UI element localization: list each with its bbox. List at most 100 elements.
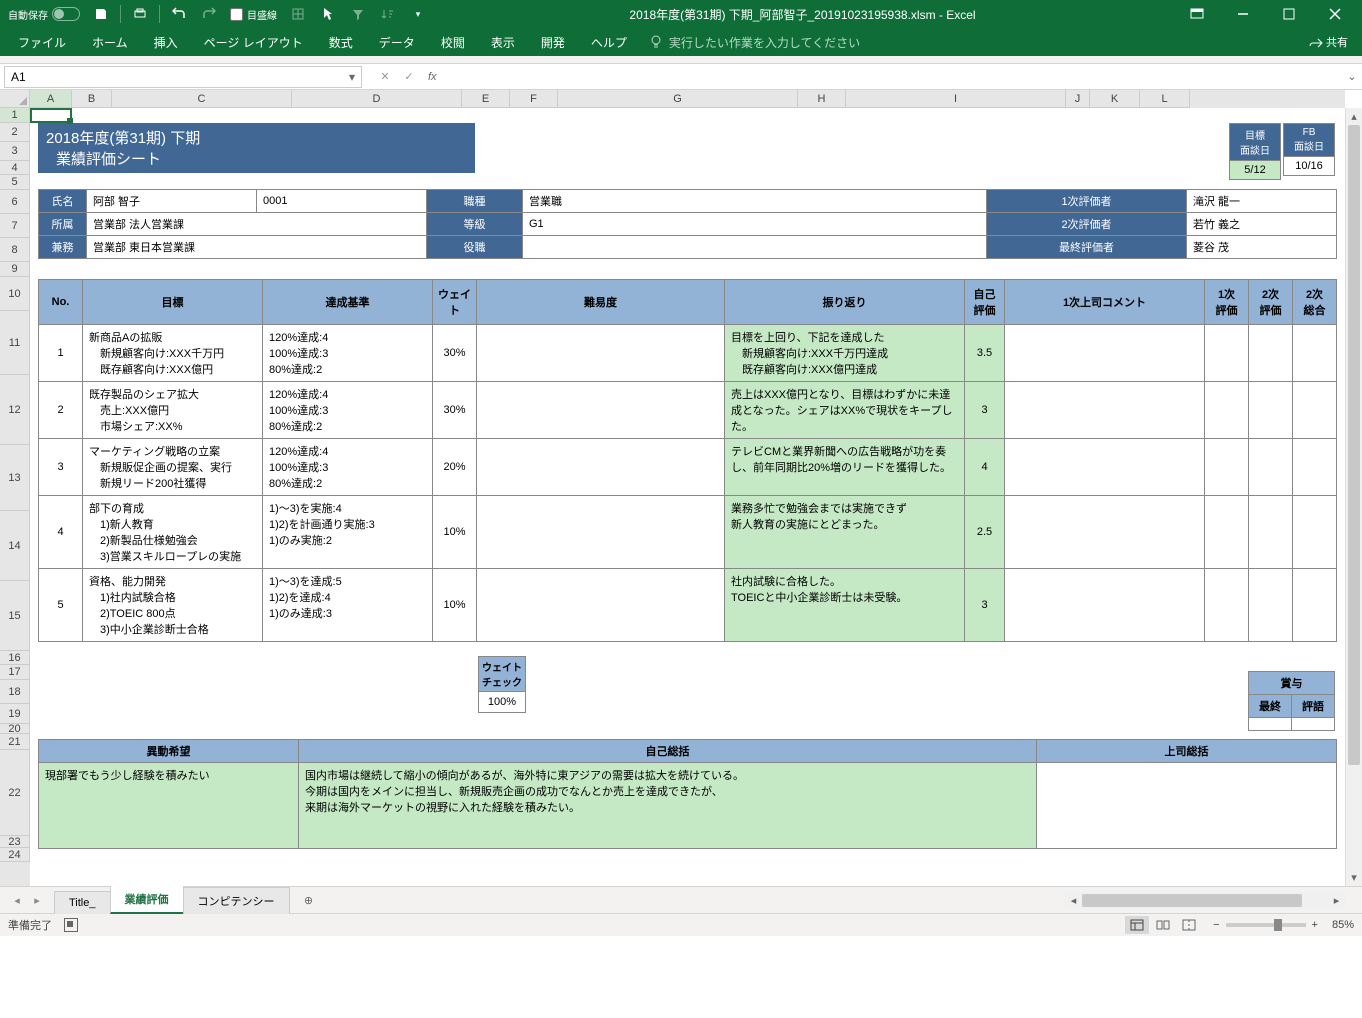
column-header[interactable]: G — [558, 90, 798, 108]
row-header[interactable]: 17 — [0, 665, 30, 680]
vertical-scrollbar[interactable]: ▴ ▾ — [1345, 108, 1362, 886]
enter-formula-button[interactable]: ✓ — [398, 67, 420, 87]
save-button[interactable] — [88, 2, 114, 26]
sheet-tab[interactable]: Title_ — [54, 891, 111, 914]
row-header[interactable]: 20 — [0, 724, 30, 734]
tab-developer[interactable]: 開発 — [529, 30, 577, 55]
row-header[interactable]: 11 — [0, 311, 30, 375]
cancel-formula-button[interactable]: ✕ — [374, 67, 396, 87]
page-break-view-button[interactable] — [1177, 916, 1201, 934]
scroll-thumb[interactable] — [1348, 125, 1360, 765]
tab-page-layout[interactable]: ページ レイアウト — [192, 30, 315, 55]
row-header[interactable]: 15 — [0, 581, 30, 651]
zoom-slider[interactable] — [1226, 923, 1306, 927]
scroll-left-button[interactable]: ◂ — [1065, 894, 1082, 907]
row-header[interactable]: 3 — [0, 142, 30, 161]
normal-view-button[interactable] — [1125, 916, 1149, 934]
zoom-out-button[interactable]: − — [1213, 919, 1219, 931]
sheet-nav-prev[interactable]: ◂ — [8, 890, 26, 910]
gridlines-checkbox[interactable] — [230, 8, 243, 21]
pointer-button[interactable] — [315, 2, 341, 26]
zoom-in-button[interactable]: + — [1312, 919, 1318, 931]
column-header[interactable]: L — [1140, 90, 1190, 108]
column-header[interactable]: C — [112, 90, 292, 108]
fx-icon[interactable]: fx — [428, 71, 437, 83]
column-header[interactable]: J — [1066, 90, 1090, 108]
column-header[interactable]: B — [72, 90, 112, 108]
row-header[interactable]: 23 — [0, 836, 30, 848]
share-button[interactable]: 共有 — [1301, 30, 1356, 54]
hscroll-thumb[interactable] — [1082, 894, 1302, 907]
tab-help[interactable]: ヘルプ — [579, 30, 639, 55]
column-header[interactable]: E — [462, 90, 510, 108]
row-header[interactable]: 14 — [0, 511, 30, 581]
column-header[interactable]: K — [1090, 90, 1140, 108]
undo-button[interactable] — [166, 2, 192, 26]
row-header[interactable]: 4 — [0, 161, 30, 175]
expand-formula-button[interactable]: ⌄ — [1342, 70, 1362, 83]
name-box[interactable]: A1▾ — [4, 66, 362, 88]
sheet-nav-next[interactable]: ▸ — [28, 890, 46, 910]
print-preview-button[interactable] — [127, 2, 153, 26]
select-all-corner[interactable] — [0, 90, 30, 108]
tab-review[interactable]: 校閲 — [429, 30, 477, 55]
filter-button[interactable] — [345, 2, 371, 26]
chevron-down-icon[interactable]: ▾ — [349, 70, 355, 84]
scroll-down-button[interactable]: ▾ — [1346, 869, 1362, 886]
scroll-right-button[interactable]: ▸ — [1328, 894, 1345, 907]
page-layout-view-button[interactable] — [1151, 916, 1175, 934]
column-header[interactable]: H — [798, 90, 846, 108]
borders-button[interactable] — [285, 2, 311, 26]
row-header[interactable]: 7 — [0, 214, 30, 238]
tab-home[interactable]: ホーム — [80, 30, 140, 55]
sheet-tab[interactable]: コンピテンシー — [183, 887, 290, 914]
row-header[interactable]: 9 — [0, 262, 30, 277]
redo-button[interactable] — [196, 2, 222, 26]
ribbon-display-button[interactable] — [1174, 0, 1220, 28]
column-header[interactable]: D — [292, 90, 462, 108]
tell-me-search[interactable]: 実行したい作業を入力してください — [641, 34, 868, 51]
sort-button[interactable] — [375, 2, 401, 26]
scroll-up-button[interactable]: ▴ — [1346, 108, 1362, 125]
row-header[interactable]: 24 — [0, 848, 30, 862]
ribbon: ファイル ホーム 挿入 ページ レイアウト 数式 データ 校閲 表示 開発 ヘル… — [0, 28, 1362, 56]
window-title: 2018年度(第31期) 下期_阿部智子_20191023195938.xlsm… — [431, 6, 1174, 23]
gridlines-toggle[interactable]: 目盛線 — [226, 7, 281, 22]
tab-file[interactable]: ファイル — [6, 30, 78, 55]
tab-data[interactable]: データ — [367, 30, 427, 55]
window-controls — [1174, 0, 1358, 28]
column-header[interactable]: A — [30, 90, 72, 108]
autosave-toggle[interactable]: 自動保存 — [4, 7, 84, 22]
row-header[interactable]: 13 — [0, 445, 30, 511]
row-header[interactable]: 21 — [0, 734, 30, 750]
maximize-button[interactable] — [1266, 0, 1312, 28]
zoom-level[interactable]: 85% — [1332, 919, 1354, 931]
row-header[interactable]: 18 — [0, 680, 30, 704]
row-header[interactable]: 8 — [0, 238, 30, 262]
column-header[interactable]: F — [510, 90, 558, 108]
row-header[interactable]: 5 — [0, 175, 30, 190]
minimize-button[interactable] — [1220, 0, 1266, 28]
new-sheet-button[interactable]: ⊕ — [295, 888, 323, 912]
row-header[interactable]: 22 — [0, 750, 30, 836]
tab-formulas[interactable]: 数式 — [317, 30, 365, 55]
row-header[interactable]: 19 — [0, 704, 30, 724]
sheet-content[interactable]: 2018年度(第31期) 下期 業績評価シート 目標 面談日 5/12 FB 面… — [30, 108, 1345, 886]
close-button[interactable] — [1312, 0, 1358, 28]
row-header[interactable]: 6 — [0, 190, 30, 214]
formula-input[interactable] — [441, 67, 1342, 87]
row-header[interactable]: 1 — [0, 108, 30, 123]
horizontal-scrollbar[interactable]: ◂ ▸ — [1065, 892, 1345, 909]
row-header[interactable]: 10 — [0, 277, 30, 311]
column-header[interactable]: I — [846, 90, 1066, 108]
tab-insert[interactable]: 挿入 — [142, 30, 190, 55]
sheet-tab-bar: ◂ ▸ Title_業績評価コンピテンシー ⊕ ◂ ▸ — [0, 886, 1362, 913]
sheet-tab[interactable]: 業績評価 — [110, 885, 184, 914]
row-header[interactable]: 2 — [0, 123, 30, 142]
goal-row: 2 既存製品のシェア拡大 売上:XXX億円 市場シェア:XX% 120%達成:4… — [39, 382, 1337, 439]
qat-customize-button[interactable]: ▾ — [405, 2, 431, 26]
macro-record-icon[interactable] — [64, 918, 78, 932]
row-header[interactable]: 16 — [0, 651, 30, 665]
tab-view[interactable]: 表示 — [479, 30, 527, 55]
row-header[interactable]: 12 — [0, 375, 30, 445]
